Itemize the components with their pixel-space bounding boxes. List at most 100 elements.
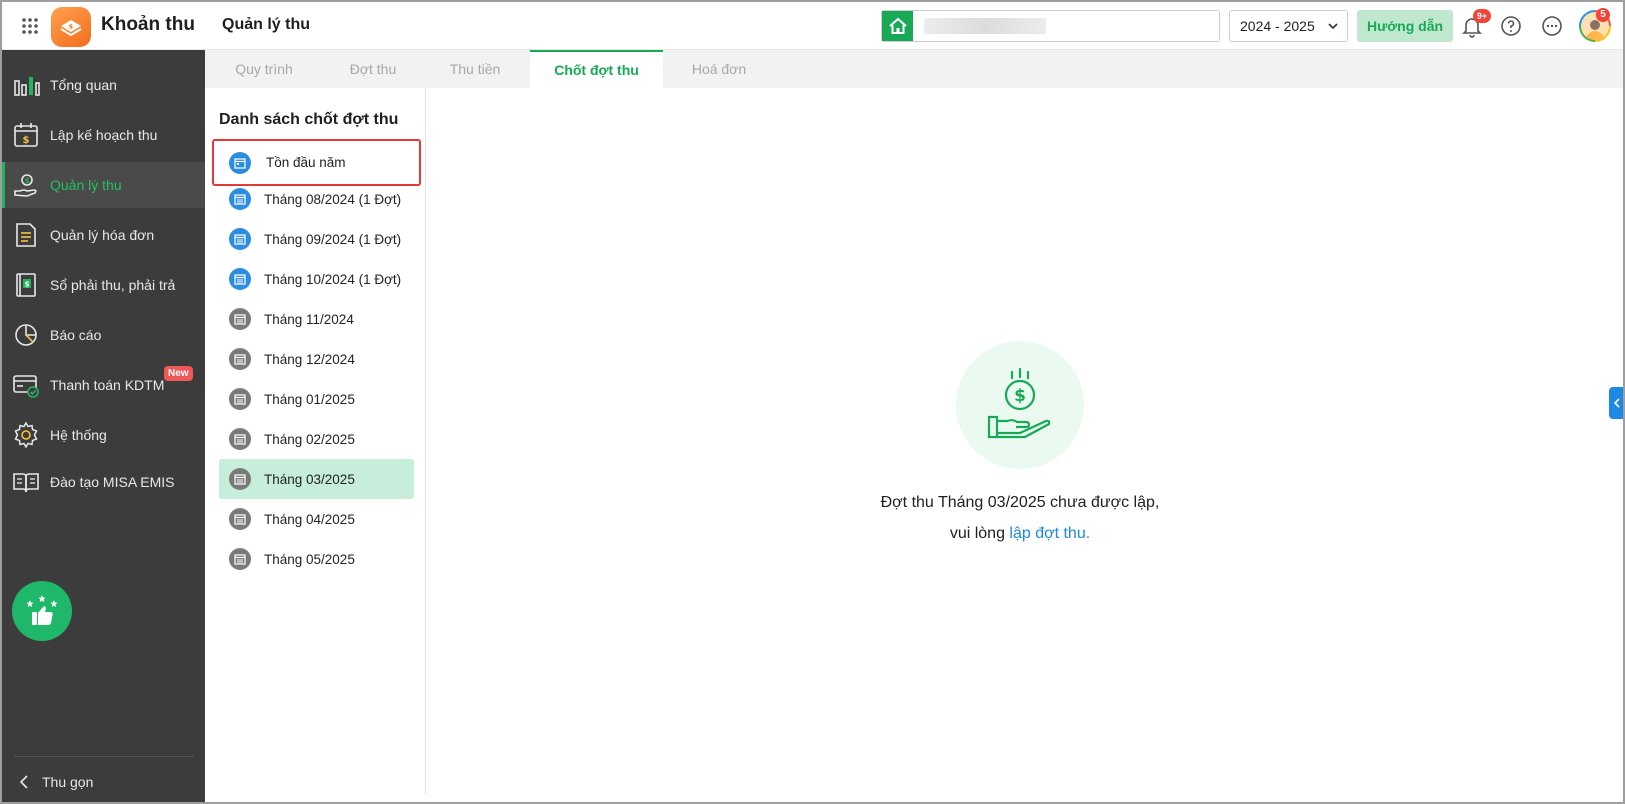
empty-state-message: Đợt thu Tháng 03/2025 chưa được lập, (880, 494, 1160, 511)
sidebar-item-cashless-payment[interactable]: Thanh toán KDTM New (2, 362, 205, 408)
svg-text:$: $ (1014, 386, 1026, 406)
list-item[interactable]: Tháng 12/2024 (219, 339, 414, 379)
svg-text:$: $ (25, 281, 30, 289)
list-item[interactable]: Tháng 11/2024 (219, 299, 414, 339)
open-book-icon (12, 468, 40, 496)
sidebar-item-label: Quản lý hóa đơn (50, 227, 155, 243)
calendar-icon (229, 428, 251, 450)
list-item[interactable]: Tháng 01/2025 (219, 379, 414, 419)
collapse-sidebar-button[interactable]: Thu gọn (18, 770, 93, 794)
card-payment-icon (12, 371, 40, 399)
app-window: $ Khoản thu Quản lý thu 2024 - 2025 Hướn… (0, 0, 1625, 804)
sidebar-item-label: Hệ thống (50, 427, 107, 443)
calendar-icon (229, 508, 251, 530)
school-search[interactable] (881, 10, 1220, 42)
sidebar-item-system[interactable]: Hệ thống (2, 412, 205, 458)
calendar-icon (229, 348, 251, 370)
sidebar-item-ledger[interactable]: $ Sổ phải thu, phải trả (2, 262, 205, 308)
chevron-left-icon (1613, 398, 1620, 408)
sidebar-item-label: Lập kế hoạch thu (50, 127, 158, 143)
more-icon[interactable] (1540, 14, 1564, 38)
calendar-icon (229, 308, 251, 330)
expand-right-panel-button[interactable] (1609, 387, 1623, 419)
hand-coin-icon: $ (987, 367, 1051, 439)
school-search-input[interactable] (924, 18, 1164, 34)
school-year-value: 2024 - 2025 (1240, 18, 1315, 34)
calendar-icon (229, 228, 251, 250)
svg-text:$: $ (25, 177, 30, 185)
app-logo: $ (51, 7, 91, 47)
pie-chart-icon (12, 321, 40, 349)
thumbs-up-stars-icon (26, 595, 58, 625)
new-badge: New (164, 366, 193, 381)
calendar-icon (229, 548, 251, 570)
sidebar-item-reports[interactable]: Báo cáo (2, 312, 205, 358)
list-item-selected[interactable]: Tháng 03/2025 (219, 459, 414, 499)
hand-coin-icon: $ (12, 171, 40, 199)
list-item-label: Tháng 01/2025 (264, 391, 355, 407)
collapse-label: Thu gọn (42, 774, 94, 790)
empty-state-illustration: $ (956, 341, 1084, 469)
ledger-book-icon: $ (12, 271, 40, 299)
tab-collect-money[interactable]: Thu tiền (423, 50, 527, 88)
svg-text:$: $ (23, 135, 30, 146)
sidebar-item-label: Sổ phải thu, phải trả (50, 277, 176, 293)
list-item[interactable]: Tháng 09/2024 (1 Đợt) (219, 219, 414, 259)
list-item[interactable]: Tháng 10/2024 (1 Đợt) (219, 259, 414, 299)
list-item[interactable]: Tháng 08/2024 (1 Đợt) (219, 179, 414, 219)
apps-grid-icon[interactable] (20, 16, 40, 36)
guide-button[interactable]: Hướng dẫn (1357, 10, 1453, 42)
home-icon (888, 17, 907, 34)
list-item-label: Tháng 05/2025 (264, 551, 355, 567)
sidebar-item-training[interactable]: Đào tạo MISA EMIS (2, 459, 205, 505)
empty-state-hint: vui lòng lập đợt thu. (427, 525, 1613, 543)
calendar-dollar-icon: $ (12, 121, 40, 149)
help-icon[interactable] (1499, 14, 1523, 38)
sidebar-item-label: Thanh toán KDTM (50, 377, 165, 393)
tab-invoices[interactable]: Hoá đơn (663, 50, 775, 88)
create-batch-link[interactable]: lập đợt thu. (1009, 525, 1090, 542)
sidebar-item-label: Tổng quan (50, 77, 117, 93)
avatar-badge: 5 (1596, 8, 1610, 22)
list-item[interactable]: Tháng 05/2025 (219, 539, 414, 579)
list-item-label: Tháng 02/2025 (264, 431, 355, 447)
sidebar-divider (14, 756, 194, 757)
chevron-down-icon (1328, 23, 1338, 30)
sidebar-item-invoices[interactable]: Quản lý hóa đơn (2, 212, 205, 258)
sidebar-item-label: Đào tạo MISA EMIS (50, 474, 175, 490)
school-year-select[interactable]: 2024 - 2025 (1229, 10, 1348, 42)
tab-close-batch[interactable]: Chốt đợt thu (530, 50, 663, 88)
sidebar-item-overview[interactable]: Tổng quan (2, 62, 205, 108)
main-content: $ Đợt thu Tháng 03/2025 chưa được lập, v… (427, 88, 1623, 802)
gear-icon (12, 421, 40, 449)
app-name: Khoản thu (101, 14, 195, 35)
calendar-icon (229, 468, 251, 490)
notification-badge: 9+ (1473, 9, 1491, 23)
calendar-icon (229, 388, 251, 410)
batch-close-list: Danh sách chốt đợt thu Tồn đầu năm Tháng… (205, 88, 426, 794)
tab-collection-batch[interactable]: Đợt thu (323, 50, 423, 88)
sidebar-item-label: Báo cáo (50, 327, 102, 343)
list-item[interactable]: Tháng 02/2025 (219, 419, 414, 459)
svg-text:$: $ (69, 24, 73, 31)
sidebar-item-plan[interactable]: $ Lập kế hoạch thu (2, 112, 205, 158)
list-item-label: Tháng 11/2024 (264, 311, 354, 327)
page-title: Quản lý thu (222, 16, 310, 33)
sidebar: Tổng quan $ Lập kế hoạch thu $ Quản lý t… (2, 50, 205, 802)
school-home-button[interactable] (882, 11, 913, 41)
list-item-label: Tháng 09/2024 (1 Đợt) (264, 231, 402, 247)
rate-app-button[interactable] (12, 581, 72, 641)
list-title: Danh sách chốt đợt thu (219, 111, 399, 128)
money-box-icon: $ (60, 20, 82, 37)
tab-bar: Quy trình Đợt thu Thu tiền Chốt đợt thu … (205, 50, 1623, 88)
calendar-icon (229, 188, 251, 210)
list-item[interactable]: Tháng 04/2025 (219, 499, 414, 539)
list-item-label: Tháng 04/2025 (264, 511, 355, 527)
list-item-label: Tháng 08/2024 (1 Đợt) (264, 191, 402, 207)
bar-chart-icon (12, 71, 40, 99)
empty-state-hint-text: vui lòng (949, 525, 1010, 542)
tab-process[interactable]: Quy trình (205, 50, 323, 88)
list-item-label: Tháng 10/2024 (1 Đợt) (264, 271, 402, 287)
sidebar-item-manage-income[interactable]: $ Quản lý thu (2, 162, 205, 208)
list-item-label: Tháng 03/2025 (264, 471, 355, 487)
